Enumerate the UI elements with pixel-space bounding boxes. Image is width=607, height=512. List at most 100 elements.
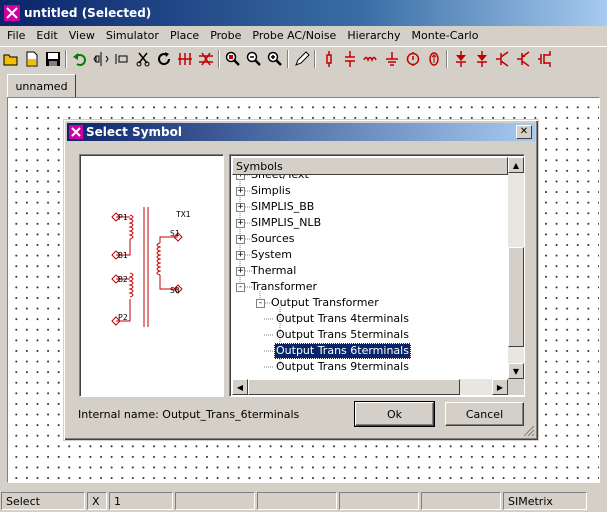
voltage-source-icon[interactable] — [402, 48, 423, 70]
toolbar — [0, 46, 607, 70]
expand-icon[interactable]: + — [236, 175, 245, 180]
delete-wire-icon[interactable] — [174, 48, 195, 70]
tree-item[interactable]: - Output Transformer — [232, 295, 508, 311]
collapse-icon[interactable]: - — [256, 299, 265, 308]
pnp-icon[interactable] — [513, 48, 534, 70]
status-cell — [421, 492, 501, 510]
menu-view[interactable]: View — [62, 29, 99, 42]
tree-item[interactable]: Output Trans 6terminals — [232, 343, 508, 359]
expand-icon[interactable]: + — [236, 203, 245, 212]
tree-item[interactable]: + SIMPLIS_NLB — [232, 215, 508, 231]
tree-item[interactable]: + Thermal — [232, 263, 508, 279]
window-title: untitled (Selected) — [24, 6, 152, 20]
tree-item-label[interactable]: Output Transformer — [269, 295, 381, 311]
dialog-title: Select Symbol — [86, 125, 182, 139]
undo-icon[interactable] — [69, 48, 90, 70]
symbol-tree[interactable]: Symbols + Sheet/Text + Simplis + SIMPLIS_BB + S… — [229, 154, 525, 397]
capacitor-icon[interactable] — [339, 48, 360, 70]
tree-column-header[interactable]: Symbols — [232, 157, 508, 175]
current-source-icon[interactable] — [423, 48, 444, 70]
tree-item-label[interactable]: Sheet/Text — [249, 175, 311, 183]
tree-item[interactable]: - Transformer — [232, 279, 508, 295]
menu-probe-ac-noise[interactable]: Probe AC/Noise — [245, 29, 340, 42]
zoom-out-icon[interactable] — [243, 48, 264, 70]
tree-item-label[interactable]: Simplis — [249, 183, 293, 199]
pin-label-b1: B1 — [118, 251, 128, 260]
pencil-icon[interactable] — [291, 48, 312, 70]
expand-icon[interactable]: + — [236, 267, 245, 276]
ground-icon[interactable] — [381, 48, 402, 70]
tree-item-label[interactable]: Output Trans 4terminals — [274, 311, 411, 327]
nmos-icon[interactable] — [534, 48, 555, 70]
scroll-right-icon[interactable]: ▶ — [492, 379, 508, 395]
collapse-icon[interactable]: - — [236, 283, 245, 292]
tree-item-label[interactable]: Thermal — [249, 263, 298, 279]
save-icon[interactable] — [42, 48, 63, 70]
diode-icon[interactable] — [450, 48, 471, 70]
tree-body: + Sheet/Text + Simplis + SIMPLIS_BB + SIMPLIS_N… — [232, 175, 508, 379]
toolbar-separator — [218, 49, 220, 68]
horizontal-scrollbar[interactable]: ◀ ▶ — [232, 379, 508, 395]
resize-grip-icon[interactable] — [523, 425, 535, 437]
scroll-up-icon[interactable]: ▲ — [508, 157, 524, 173]
scroll-thumb-h[interactable] — [248, 379, 460, 395]
expand-icon[interactable]: + — [236, 219, 245, 228]
inductor-icon[interactable] — [360, 48, 381, 70]
pin-label-s0: S0 — [170, 286, 180, 295]
mirror-icon[interactable] — [90, 48, 111, 70]
tree-item[interactable]: + Sheet/Text — [232, 175, 508, 183]
menu-probe[interactable]: Probe — [203, 29, 245, 42]
delete-icon[interactable] — [195, 48, 216, 70]
menu-edit[interactable]: Edit — [29, 29, 61, 42]
tree-item-label[interactable]: Sources — [249, 231, 297, 247]
menu-place[interactable]: Place — [163, 29, 203, 42]
window-title-bar[interactable]: untitled (Selected) — [0, 0, 607, 26]
tree-item[interactable]: + Sources — [232, 231, 508, 247]
tree-item-label[interactable]: Output Trans 9terminals — [274, 359, 411, 375]
cancel-button[interactable]: Cancel — [445, 402, 524, 426]
expand-icon[interactable]: + — [236, 187, 245, 196]
tree-item[interactable]: + System — [232, 247, 508, 263]
tree-item-label[interactable]: Output Trans 6terminals — [274, 343, 411, 359]
new-file-icon[interactable] — [21, 48, 42, 70]
status-bar: Select X 1 SIMetrix — [0, 490, 607, 512]
toolbar-separator — [314, 49, 316, 68]
status-mode: Select — [1, 492, 85, 510]
zoom-area-icon[interactable] — [222, 48, 243, 70]
cut-icon[interactable] — [132, 48, 153, 70]
status-cell — [339, 492, 419, 510]
zoom-in-icon[interactable] — [264, 48, 285, 70]
tree-item-label[interactable]: Transformer — [249, 279, 319, 295]
expand-icon[interactable]: + — [236, 251, 245, 260]
dialog-title-bar[interactable]: Select Symbol ✕ — [67, 123, 535, 141]
tree-item-label[interactable]: Output Trans 5terminals — [274, 327, 411, 343]
refresh-icon[interactable] — [153, 48, 174, 70]
menu-simulator[interactable]: Simulator — [99, 29, 163, 42]
vertical-scrollbar[interactable]: ▲ ▼ — [508, 157, 524, 379]
symbol-ref-label: TX1 — [176, 210, 191, 219]
rotate-icon[interactable] — [111, 48, 132, 70]
scroll-left-icon[interactable]: ◀ — [232, 379, 248, 395]
tree-item[interactable]: + Simplis — [232, 183, 508, 199]
npn-icon[interactable] — [492, 48, 513, 70]
open-folder-icon[interactable] — [0, 48, 21, 70]
menu-monte-carlo[interactable]: Monte-Carlo — [405, 29, 483, 42]
menu-hierarchy[interactable]: Hierarchy — [340, 29, 404, 42]
expand-icon[interactable]: + — [236, 235, 245, 244]
diode-icon[interactable] — [471, 48, 492, 70]
tree-item[interactable]: Output Trans 5terminals — [232, 327, 508, 343]
tree-item-label[interactable]: System — [249, 247, 294, 263]
tree-item-label[interactable]: SIMPLIS_BB — [249, 199, 316, 215]
tree-item-label[interactable]: SIMPLIS_NLB — [249, 215, 323, 231]
ok-button[interactable]: Ok — [354, 401, 435, 427]
resistor-icon[interactable] — [318, 48, 339, 70]
scroll-down-icon[interactable]: ▼ — [508, 363, 524, 379]
tree-item[interactable]: Output Trans 9terminals — [232, 359, 508, 375]
scroll-thumb[interactable] — [508, 247, 524, 347]
close-icon[interactable]: ✕ — [516, 125, 532, 139]
tree-item[interactable]: + SIMPLIS_BB — [232, 199, 508, 215]
tree-item[interactable]: Output Trans 4terminals — [232, 311, 508, 327]
menu-file[interactable]: File — [0, 29, 29, 42]
tab-unnamed[interactable]: unnamed — [7, 74, 76, 98]
toolbar-separator — [287, 49, 289, 68]
